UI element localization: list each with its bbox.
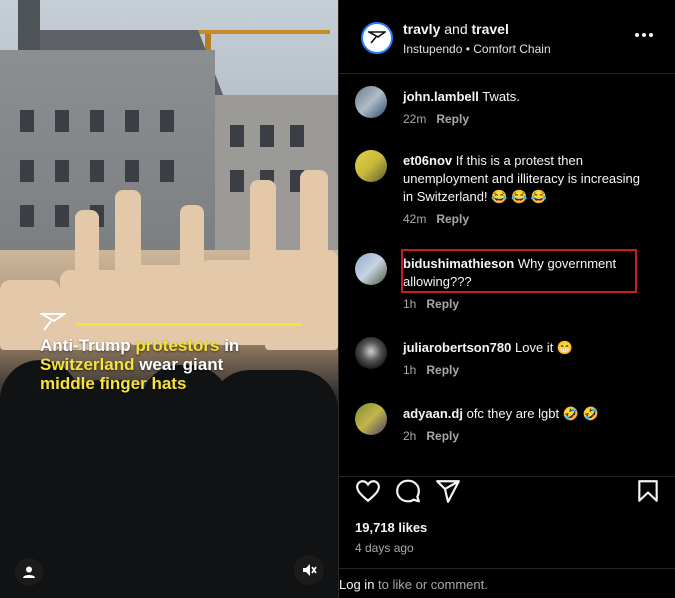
comment-text: Love it 😁	[515, 340, 574, 355]
reply-button[interactable]: Reply	[436, 112, 469, 126]
likes-count[interactable]: 19,718 likes	[355, 520, 427, 535]
reply-button[interactable]: Reply	[426, 429, 459, 443]
post-header: travly and travel Instupendo • Comfort C…	[339, 0, 675, 74]
mute-button[interactable]	[294, 555, 324, 585]
comment-meta: 2h Reply	[403, 429, 459, 443]
tagged-users-button[interactable]	[15, 558, 43, 586]
bookmark-icon[interactable]	[635, 478, 661, 504]
video-caption: Anti-Trump protestors in Switzerland wea…	[40, 336, 240, 393]
share-icon[interactable]	[435, 478, 461, 504]
comment-meta: 1h Reply	[403, 297, 459, 311]
comment-time: 22m	[403, 112, 427, 126]
avatar[interactable]	[355, 403, 387, 435]
post-date[interactable]: 4 days ago	[355, 541, 414, 555]
comment-time: 42m	[403, 212, 427, 226]
comment-text: Twats.	[482, 89, 520, 104]
author-connector: and	[444, 21, 468, 37]
comment-meta: 22m Reply	[403, 112, 469, 126]
brand-logo-icon	[40, 313, 66, 331]
tower	[18, 0, 40, 55]
reply-button[interactable]: Reply	[426, 297, 459, 311]
author-names: travly and travel	[403, 21, 509, 37]
comment-username[interactable]: adyaan.dj	[403, 406, 463, 421]
heart-icon[interactable]	[355, 478, 381, 504]
coauthor-link[interactable]: travel	[472, 21, 509, 37]
comment-username[interactable]: john.lambell	[403, 89, 479, 104]
comment-time: 2h	[403, 429, 417, 443]
comment-username[interactable]: juliarobertson780	[403, 340, 511, 355]
reply-button[interactable]: Reply	[426, 363, 459, 377]
highlight-box	[401, 249, 637, 293]
login-text: to like or comment.	[374, 577, 488, 592]
mute-icon	[303, 564, 317, 576]
post-media[interactable]: Anti-Trump protestors in Switzerland wea…	[0, 0, 338, 598]
crowd	[0, 170, 338, 598]
actions-bar	[339, 476, 675, 508]
comment-text: ofc they are lgbt 🤣 🤣	[466, 406, 599, 421]
avatar[interactable]	[355, 86, 387, 118]
comment-meta: 42m Reply	[403, 212, 469, 226]
comment-username[interactable]: et06nov	[403, 153, 452, 168]
author-link[interactable]: travly	[403, 21, 440, 37]
user-icon	[23, 566, 35, 578]
author-avatar[interactable]	[361, 22, 393, 54]
more-icon[interactable]	[635, 28, 655, 42]
reply-button[interactable]: Reply	[436, 212, 469, 226]
avatar[interactable]	[355, 253, 387, 285]
comment-icon[interactable]	[395, 478, 421, 504]
audio-label[interactable]: Instupendo • Comfort Chain	[403, 42, 551, 56]
comment-meta: 1h Reply	[403, 363, 459, 377]
comment-time: 1h	[403, 363, 417, 377]
caption-divider	[76, 323, 302, 326]
avatar[interactable]	[355, 150, 387, 182]
travly-logo-icon	[368, 31, 386, 44]
comment-time: 1h	[403, 297, 417, 311]
login-prompt: Log in to like or comment.	[339, 577, 488, 592]
login-link[interactable]: Log in	[339, 577, 374, 592]
post-panel: travly and travel Instupendo • Comfort C…	[338, 0, 675, 598]
avatar[interactable]	[355, 337, 387, 369]
